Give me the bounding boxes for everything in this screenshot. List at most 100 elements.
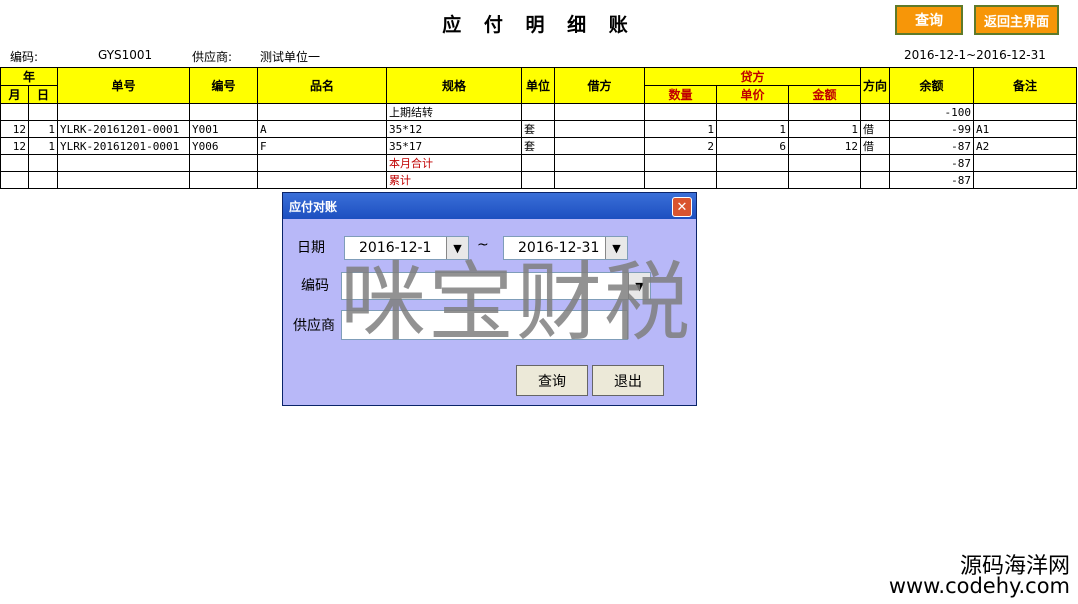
cell-qty[interactable] bbox=[644, 171, 718, 189]
cell-item-code[interactable]: Y001 bbox=[189, 120, 259, 138]
cell-balance[interactable]: -87 bbox=[889, 137, 975, 155]
cell-unit[interactable]: 套 bbox=[521, 120, 556, 138]
cell-price[interactable] bbox=[716, 103, 790, 121]
date-to-combo[interactable]: 2016-12-31 ▼ bbox=[503, 236, 628, 260]
cell-unit[interactable]: 套 bbox=[521, 137, 556, 155]
header-year: 年 bbox=[0, 67, 59, 86]
table-row: 上期结转 -100 bbox=[0, 103, 1078, 121]
date-to-value: 2016-12-31 bbox=[518, 240, 600, 256]
supplier-field[interactable] bbox=[341, 310, 628, 340]
cell-remark[interactable] bbox=[973, 171, 1078, 189]
cell-day[interactable] bbox=[27, 103, 59, 121]
cell-doc-no[interactable] bbox=[57, 154, 191, 172]
supplier-label: 供应商: bbox=[192, 50, 233, 64]
cell-price[interactable]: 1 bbox=[716, 120, 790, 138]
cell-unit[interactable] bbox=[521, 154, 556, 172]
cell-debit[interactable] bbox=[554, 154, 646, 172]
cell-item-name[interactable]: A bbox=[257, 120, 388, 138]
date-from-combo[interactable]: 2016-12-1 ▼ bbox=[344, 236, 469, 260]
cell-spec[interactable]: 35*12 bbox=[386, 120, 523, 138]
cell-amount[interactable] bbox=[788, 154, 862, 172]
table-row: 累计 -87 bbox=[0, 171, 1078, 189]
cell-remark[interactable]: A2 bbox=[973, 137, 1078, 155]
dialog-query-button[interactable]: 查询 bbox=[516, 365, 588, 396]
code-combo[interactable]: ▼ bbox=[341, 272, 651, 300]
cell-debit[interactable] bbox=[554, 137, 646, 155]
reconcile-dialog: 应付对账 ✕ 日期 2016-12-1 ▼ ~ 2016-12-31 ▼ 编码 … bbox=[282, 192, 697, 406]
cell-doc-no[interactable] bbox=[57, 171, 191, 189]
cell-price[interactable]: 6 bbox=[716, 137, 790, 155]
header-spec: 规格 bbox=[386, 67, 523, 104]
cell-day[interactable] bbox=[27, 154, 59, 172]
cell-month[interactable] bbox=[0, 103, 29, 121]
cell-unit[interactable] bbox=[521, 103, 556, 121]
cell-doc-no[interactable]: YLRK-20161201-0001 bbox=[57, 120, 191, 138]
cell-remark[interactable]: A1 bbox=[973, 120, 1078, 138]
cell-spec[interactable]: 上期结转 bbox=[386, 103, 523, 121]
cell-item-name[interactable]: F bbox=[257, 137, 388, 155]
cell-item-code[interactable] bbox=[189, 103, 259, 121]
table-row: 12 1 YLRK-20161201-0001 Y001 A 35*12 套 1… bbox=[0, 120, 1078, 138]
cell-item-name[interactable] bbox=[257, 154, 388, 172]
cell-day[interactable] bbox=[27, 171, 59, 189]
cell-debit[interactable] bbox=[554, 171, 646, 189]
cell-qty[interactable]: 1 bbox=[644, 120, 718, 138]
chevron-down-icon[interactable]: ▼ bbox=[605, 237, 627, 259]
chevron-down-icon[interactable]: ▼ bbox=[446, 237, 468, 259]
cell-day[interactable]: 1 bbox=[27, 120, 59, 138]
cell-item-code[interactable] bbox=[189, 171, 259, 189]
header-item-name: 品名 bbox=[257, 67, 388, 104]
header-amount: 金额 bbox=[788, 85, 862, 104]
cell-direction[interactable] bbox=[860, 154, 891, 172]
cell-direction[interactable]: 借 bbox=[860, 137, 891, 155]
cell-amount[interactable] bbox=[788, 171, 862, 189]
header-item-code: 编号 bbox=[189, 67, 259, 104]
cell-month[interactable] bbox=[0, 154, 29, 172]
cell-item-code[interactable]: Y006 bbox=[189, 137, 259, 155]
cell-direction[interactable] bbox=[860, 171, 891, 189]
date-separator: ~ bbox=[477, 237, 489, 253]
cell-amount[interactable] bbox=[788, 103, 862, 121]
dialog-title[interactable]: 应付对账 bbox=[283, 193, 696, 221]
cell-month[interactable] bbox=[0, 171, 29, 189]
cell-day[interactable]: 1 bbox=[27, 137, 59, 155]
cell-unit[interactable] bbox=[521, 171, 556, 189]
cell-direction[interactable] bbox=[860, 103, 891, 121]
cell-spec[interactable]: 35*17 bbox=[386, 137, 523, 155]
cell-doc-no[interactable] bbox=[57, 103, 191, 121]
supplier-field-label: 供应商 bbox=[293, 318, 335, 334]
cell-spec[interactable]: 本月合计 bbox=[386, 154, 523, 172]
cell-balance[interactable]: -87 bbox=[889, 171, 975, 189]
cell-qty[interactable] bbox=[644, 103, 718, 121]
dialog-exit-button[interactable]: 退出 bbox=[592, 365, 664, 396]
header-debit: 借方 bbox=[554, 67, 646, 104]
cell-amount[interactable]: 12 bbox=[788, 137, 862, 155]
cell-qty[interactable]: 2 bbox=[644, 137, 718, 155]
cell-balance[interactable]: -100 bbox=[889, 103, 975, 121]
return-home-button[interactable]: 返回主界面 bbox=[974, 5, 1059, 35]
close-icon[interactable]: ✕ bbox=[672, 197, 692, 217]
cell-balance[interactable]: -87 bbox=[889, 154, 975, 172]
cell-amount[interactable]: 1 bbox=[788, 120, 862, 138]
cell-item-name[interactable] bbox=[257, 103, 388, 121]
cell-qty[interactable] bbox=[644, 154, 718, 172]
cell-direction[interactable]: 借 bbox=[860, 120, 891, 138]
cell-month[interactable]: 12 bbox=[0, 120, 29, 138]
cell-balance[interactable]: -99 bbox=[889, 120, 975, 138]
chevron-down-icon[interactable]: ▼ bbox=[628, 273, 650, 299]
date-range: 2016-12-1~2016-12-31 bbox=[904, 48, 1046, 62]
cell-debit[interactable] bbox=[554, 103, 646, 121]
cell-price[interactable] bbox=[716, 154, 790, 172]
cell-item-name[interactable] bbox=[257, 171, 388, 189]
cell-remark[interactable] bbox=[973, 103, 1078, 121]
cell-doc-no[interactable]: YLRK-20161201-0001 bbox=[57, 137, 191, 155]
cell-remark[interactable] bbox=[973, 154, 1078, 172]
header-day: 日 bbox=[27, 85, 59, 104]
cell-month[interactable]: 12 bbox=[0, 137, 29, 155]
cell-debit[interactable] bbox=[554, 120, 646, 138]
cell-item-code[interactable] bbox=[189, 154, 259, 172]
cell-spec[interactable]: 累计 bbox=[386, 171, 523, 189]
cell-price[interactable] bbox=[716, 171, 790, 189]
query-button[interactable]: 查询 bbox=[895, 5, 963, 35]
header-credit: 贷方 bbox=[644, 67, 862, 86]
